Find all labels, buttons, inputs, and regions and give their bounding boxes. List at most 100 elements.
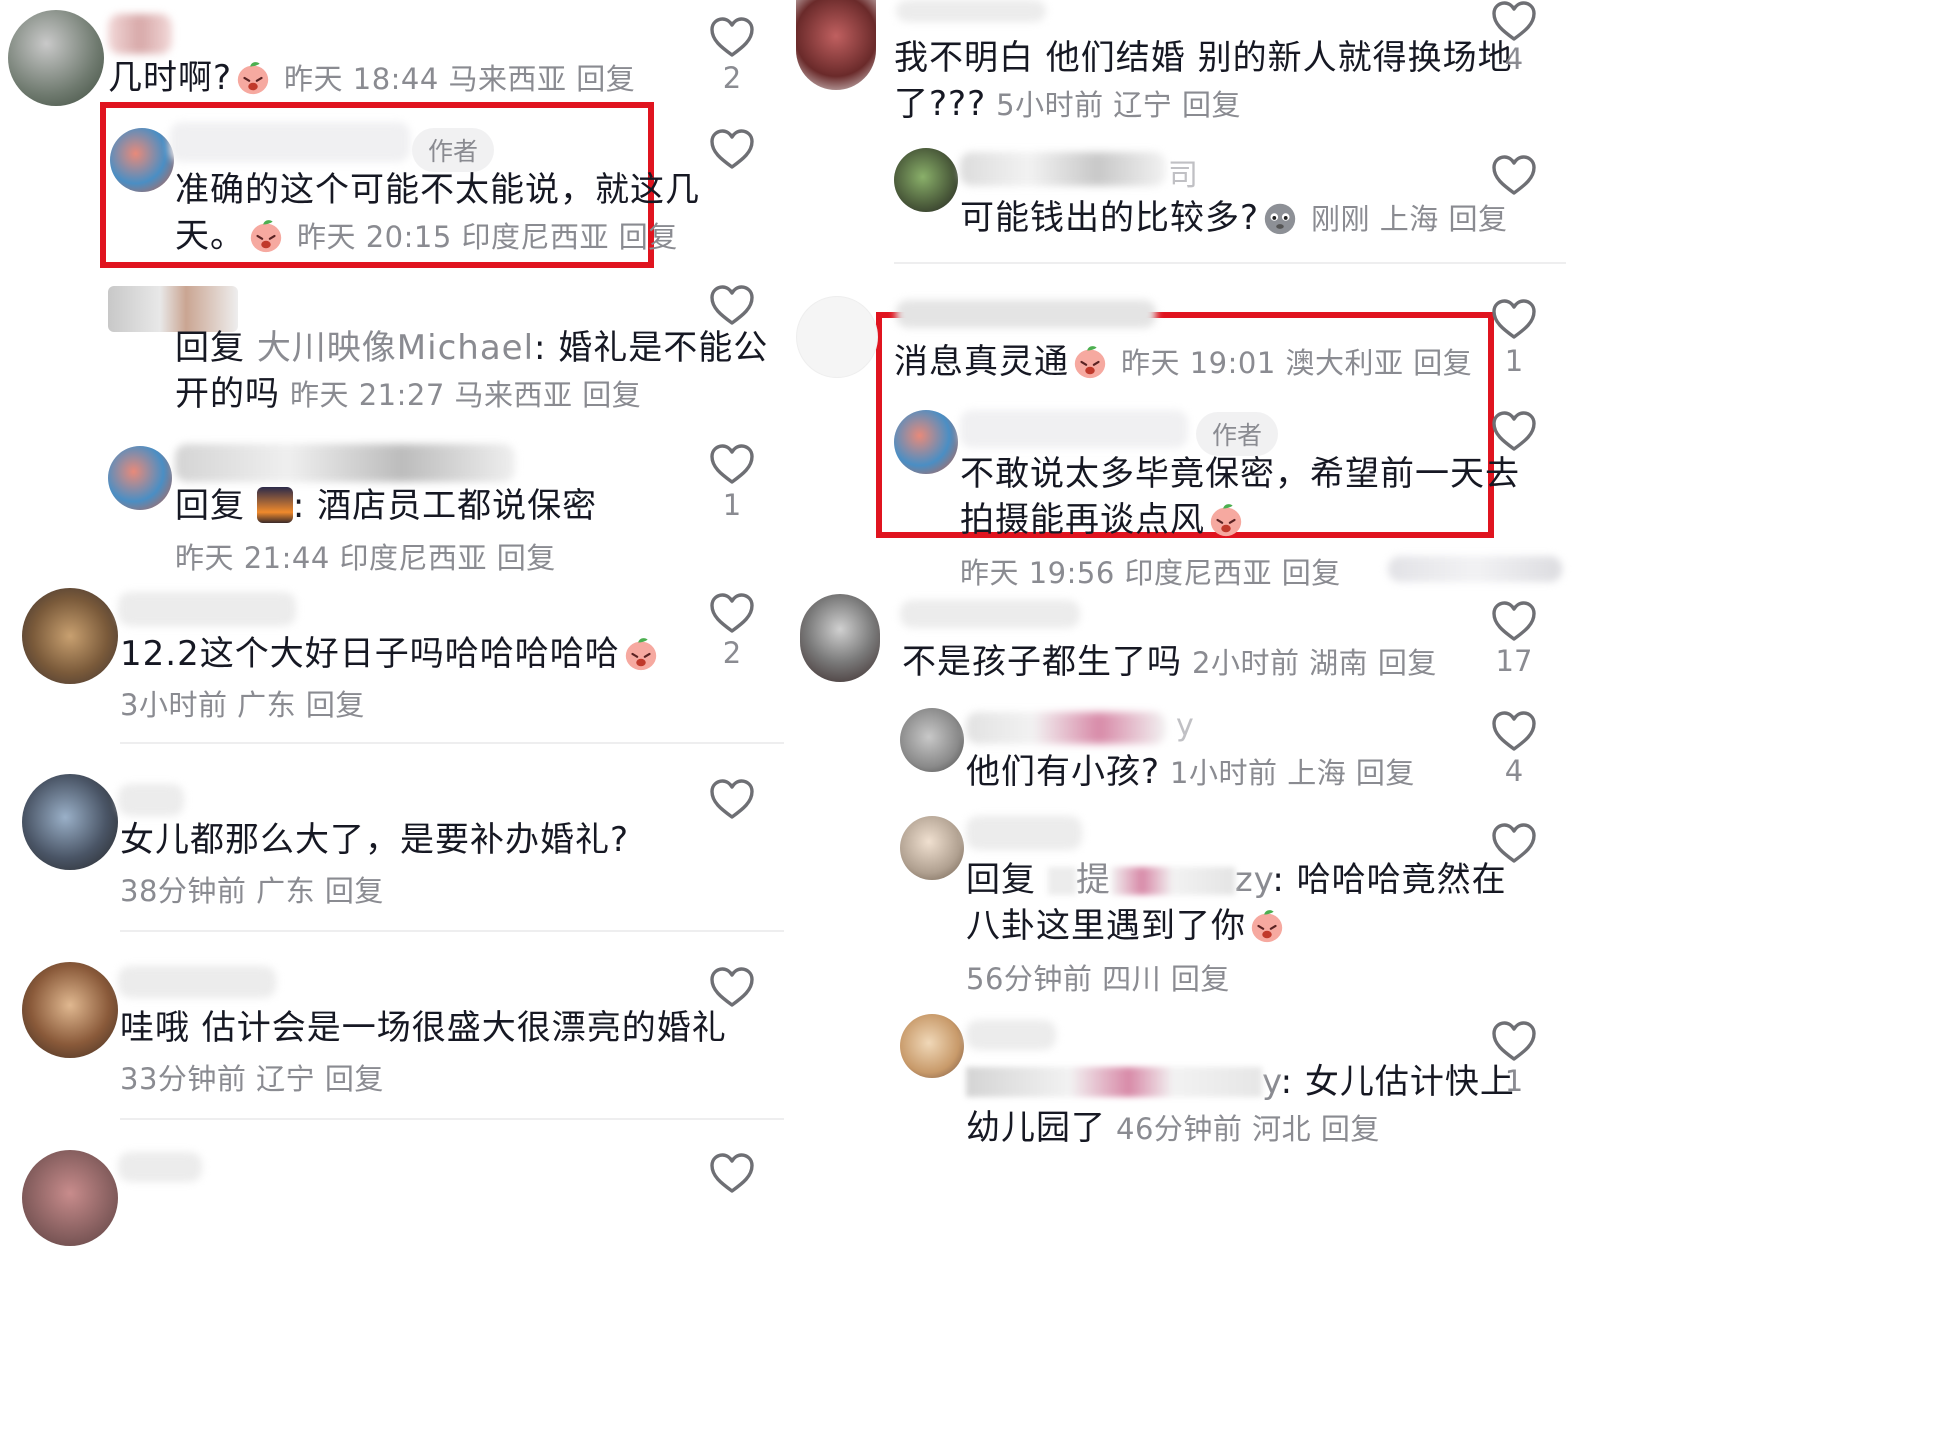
avatar[interactable]	[900, 708, 964, 772]
comment-meta: 5小时前 辽宁 回复	[996, 88, 1242, 122]
like-count: 4	[1504, 754, 1524, 788]
like-heart-icon[interactable]	[709, 443, 755, 485]
reply-target[interactable]: 大川映像Michael	[257, 328, 534, 368]
divider	[120, 742, 784, 744]
comment-meta: 38分钟前 广东 回复	[120, 874, 384, 908]
avatar[interactable]	[22, 774, 118, 870]
username-tail: 司	[1168, 158, 1198, 193]
like-heart-icon[interactable]	[709, 16, 755, 58]
like-heart-icon[interactable]	[709, 284, 755, 326]
blurred-username[interactable]	[896, 300, 1156, 328]
comment-text: 不是孩子都生了吗 2小时前 湖南 回复	[902, 642, 1437, 682]
like-heart-icon[interactable]	[1491, 822, 1537, 864]
comment-meta: 昨天 19:01 澳大利亚 回复	[1121, 346, 1473, 380]
blurred-username[interactable]	[118, 966, 276, 998]
like-heart-icon[interactable]	[1491, 154, 1537, 196]
sunset-avatar-icon[interactable]	[256, 487, 293, 523]
like-heart-icon[interactable]	[709, 1152, 755, 1194]
comment-text: 开的吗 昨天 21:27 马来西亚 回复	[175, 374, 642, 414]
like-count: 1	[722, 488, 742, 522]
comment-text: 哇哦 估计会是一场很盛大很漂亮的婚礼	[120, 1008, 727, 1048]
avatar[interactable]	[900, 816, 964, 880]
comment-text: 女儿都那么大了，是要补办婚礼?	[120, 820, 630, 860]
comment-text: 了??? 5小时前 辽宁 回复	[894, 84, 1242, 124]
comment-text: 他们有小孩? 1小时前 上海 回复	[966, 752, 1415, 792]
like-count: 1	[1504, 1064, 1524, 1098]
comment-meta: 昨天 18:44 马来西亚 回复	[284, 62, 636, 96]
comment-text: 天。 昨天 20:15 印度尼西亚 回复	[175, 216, 678, 256]
grey-face-emoji-icon	[1261, 198, 1299, 236]
comment-text: 消息真灵通 昨天 19:01 澳大利亚 回复	[894, 342, 1473, 382]
comment-meta: 33分钟前 辽宁 回复	[120, 1062, 384, 1096]
like-count: 17	[1495, 644, 1533, 678]
blurred-username[interactable]	[118, 1152, 202, 1182]
author-avatar[interactable]	[110, 128, 174, 192]
like-count: 2	[722, 61, 742, 95]
divider	[894, 262, 1566, 264]
comment-meta: 昨天 21:44 印度尼西亚 回复	[175, 541, 556, 575]
reply-target[interactable]: y	[966, 1062, 1281, 1102]
peach-emoji-icon	[234, 58, 272, 96]
like-heart-icon[interactable]	[1491, 600, 1537, 642]
comment-text: 幼儿园了 46分钟前 河北 回复	[966, 1108, 1380, 1148]
blurred-username[interactable]	[966, 1020, 1056, 1050]
like-heart-icon[interactable]	[1491, 0, 1537, 42]
like-heart-icon[interactable]	[709, 966, 755, 1008]
avatar[interactable]	[8, 10, 104, 106]
divider	[120, 1118, 784, 1120]
username-tail: y	[1176, 708, 1194, 743]
like-heart-icon[interactable]	[709, 778, 755, 820]
blurred-username[interactable]	[896, 0, 1046, 22]
comment-meta: 46分钟前 河北 回复	[1116, 1112, 1380, 1146]
avatar[interactable]	[796, 0, 876, 90]
avatar[interactable]	[22, 1150, 118, 1246]
reply-target[interactable]: 提 zy	[1047, 860, 1273, 900]
like-count: 4	[1504, 42, 1524, 76]
comment-text: 拍摄能再谈点风	[960, 492, 1247, 548]
comment-text: 可能钱出的比较多? 刚刚 上海 回复	[960, 198, 1508, 238]
peach-emoji-icon	[622, 634, 660, 672]
divider	[120, 930, 784, 932]
like-heart-icon[interactable]	[709, 592, 755, 634]
blurred-username[interactable]	[118, 592, 296, 626]
comment-meta: 1小时前 上海 回复	[1170, 756, 1415, 790]
avatar[interactable]	[894, 148, 958, 212]
comment-meta: 昨天 21:27 马来西亚 回复	[290, 378, 642, 412]
like-heart-icon[interactable]	[1491, 1020, 1537, 1062]
blurred-username[interactable]	[966, 712, 1166, 744]
like-count: 2	[722, 636, 742, 670]
avatar[interactable]	[800, 594, 880, 682]
avatar[interactable]	[796, 296, 878, 378]
comment-meta: 2小时前 湖南 回复	[1192, 646, 1437, 680]
peach-emoji-icon	[1207, 500, 1245, 538]
like-heart-icon[interactable]	[1491, 298, 1537, 340]
blurred-username[interactable]	[900, 600, 1080, 628]
blurred-username[interactable]	[960, 410, 1188, 448]
comment-meta: 昨天 19:56 印度尼西亚 回复	[960, 556, 1341, 590]
comment-meta: 刚刚 上海 回复	[1311, 202, 1508, 236]
comment-meta: 56分钟前 四川 回复	[966, 962, 1230, 996]
blurred-username[interactable]	[108, 14, 172, 54]
blurred-username[interactable]	[175, 444, 515, 482]
comment-meta: 3小时前 广东 回复	[120, 688, 365, 722]
comment-text: 几时啊? 昨天 18:44 马来西亚 回复	[108, 58, 636, 98]
avatar[interactable]	[108, 446, 172, 510]
author-avatar[interactable]	[894, 410, 958, 474]
like-heart-icon[interactable]	[1491, 710, 1537, 752]
comment-text: 回复 : 酒店员工都说保密	[175, 486, 598, 526]
blurred-username[interactable]	[170, 122, 410, 162]
comment-text: 八卦这里遇到了你	[966, 898, 1288, 954]
peach-emoji-icon	[247, 216, 285, 254]
like-count: 1	[1504, 344, 1524, 378]
watermark	[1388, 556, 1562, 582]
peach-emoji-icon	[1071, 342, 1109, 380]
avatar[interactable]	[900, 1014, 964, 1078]
peach-emoji-icon	[1248, 906, 1286, 944]
avatar[interactable]	[22, 588, 118, 684]
blurred-username[interactable]	[966, 816, 1082, 850]
blurred-username[interactable]	[960, 152, 1166, 186]
like-heart-icon[interactable]	[1491, 410, 1537, 452]
avatar[interactable]	[22, 962, 118, 1058]
like-heart-icon[interactable]	[709, 128, 755, 170]
comment-meta: 昨天 20:15 印度尼西亚 回复	[297, 220, 678, 254]
